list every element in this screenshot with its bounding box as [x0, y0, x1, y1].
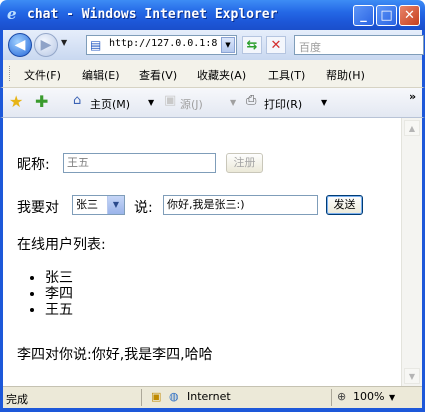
- menu-view[interactable]: 查看(V): [139, 67, 177, 83]
- select-arrow-icon[interactable]: ▼: [107, 196, 124, 214]
- menu-tools[interactable]: 工具(T): [268, 67, 305, 83]
- print-button[interactable]: 打印(R): [264, 96, 302, 112]
- menu-grip: [9, 66, 13, 81]
- home-dropdown-icon[interactable]: ▼: [148, 98, 154, 107]
- maximize-button[interactable]: □: [376, 5, 397, 26]
- browser-window: e chat - Windows Internet Explorer _ □ ✕…: [0, 0, 425, 412]
- address-bar[interactable]: ▤ http://127.0.0.1:8 ▼: [86, 35, 237, 55]
- title-bar[interactable]: e chat - Windows Internet Explorer _ □ ✕: [0, 0, 425, 30]
- address-dropdown-icon[interactable]: ▼: [221, 37, 235, 53]
- print-dropdown-icon[interactable]: ▼: [321, 98, 327, 107]
- minimize-button[interactable]: _: [353, 5, 374, 26]
- add-favorites-icon[interactable]: ✚: [35, 93, 48, 111]
- protected-mode-icon: ▣: [151, 390, 162, 403]
- window-title: chat - Windows Internet Explorer: [27, 7, 278, 22]
- ie-logo-icon: e: [7, 5, 17, 23]
- message-input[interactable]: 你好,我是张三:): [163, 195, 318, 215]
- vertical-scrollbar[interactable]: ▲ ▼: [401, 118, 422, 386]
- menu-edit[interactable]: 编辑(E): [82, 67, 120, 83]
- to-label: 我要对: [17, 200, 59, 216]
- online-user-list: 张三 李四 王五: [27, 270, 73, 318]
- user-list-heading: 在线用户列表:: [17, 237, 106, 253]
- search-box[interactable]: 百度: [294, 35, 424, 55]
- forward-button[interactable]: ▶: [34, 33, 58, 57]
- send-button[interactable]: 发送: [326, 195, 363, 215]
- security-zone: Internet: [187, 390, 231, 403]
- scroll-up-icon[interactable]: ▲: [404, 120, 420, 136]
- refresh-button[interactable]: ⇆: [242, 36, 262, 54]
- zoom-icon: ⊕: [337, 390, 347, 403]
- target-user-select[interactable]: 张三 ▼: [72, 195, 125, 215]
- stop-button[interactable]: ✕: [266, 36, 286, 54]
- menu-help[interactable]: 帮助(H): [326, 67, 365, 83]
- page-icon: ▤: [90, 38, 102, 52]
- command-bar: ★ ✚ ⌂ 主页(M) ▼ ▣ 源(J) ▼ ⎙ 打印(R) ▼ »: [0, 88, 425, 118]
- nickname-label: 昵称:: [17, 157, 50, 173]
- chat-message: 李四对你说:你好,我是李四,哈哈: [17, 347, 213, 363]
- zoom-dropdown-icon[interactable]: ▼: [389, 393, 395, 402]
- home-button[interactable]: 主页(M): [90, 96, 130, 112]
- menu-file[interactable]: 文件(F): [24, 67, 61, 83]
- status-divider: [141, 389, 142, 406]
- zoom-level[interactable]: 100%: [353, 390, 384, 403]
- home-icon: ⌂: [73, 93, 82, 108]
- search-placeholder: 百度: [299, 41, 321, 54]
- list-item: 王五: [45, 302, 73, 318]
- nickname-input[interactable]: 王五: [63, 153, 216, 173]
- target-user-value: 张三: [76, 198, 98, 211]
- window-frame-bottom: [0, 408, 425, 412]
- feeds-dropdown-icon[interactable]: ▼: [230, 98, 236, 107]
- more-chevron-icon[interactable]: »: [409, 90, 416, 103]
- menu-favorites[interactable]: 收藏夹(A): [197, 67, 246, 83]
- address-url[interactable]: http://127.0.0.1:8: [109, 38, 219, 49]
- globe-icon: ◍: [169, 390, 179, 403]
- status-bar: 完成 ▣ ◍ Internet ⊕ 100% ▼: [3, 386, 422, 408]
- address-toolbar: ◀ ▶ ▼ ▤ http://127.0.0.1:8 ▼ ⇆ ✕ 百度: [0, 30, 425, 60]
- page-content: 昵称: 王五 注册 我要对 张三 ▼ 说: 你好,我是张三:) 发送 在线用户列…: [3, 118, 401, 386]
- close-button[interactable]: ✕: [399, 5, 420, 26]
- printer-icon: ⎙: [246, 93, 257, 108]
- back-button[interactable]: ◀: [8, 33, 32, 57]
- status-text: 完成: [6, 393, 28, 406]
- scroll-down-icon[interactable]: ▼: [404, 368, 420, 384]
- register-button[interactable]: 注册: [226, 153, 263, 173]
- feeds-icon: ▣: [164, 93, 177, 108]
- status-divider: [331, 389, 332, 406]
- menu-bar: 文件(F) 编辑(E) 查看(V) 收藏夹(A) 工具(T) 帮助(H): [0, 60, 425, 88]
- history-dropdown-icon[interactable]: ▼: [61, 38, 67, 47]
- favorites-star-icon[interactable]: ★: [9, 93, 23, 111]
- list-item: 李四: [45, 286, 73, 302]
- list-item: 张三: [45, 270, 73, 286]
- say-label: 说:: [134, 200, 153, 216]
- feeds-button[interactable]: 源(J): [180, 96, 203, 112]
